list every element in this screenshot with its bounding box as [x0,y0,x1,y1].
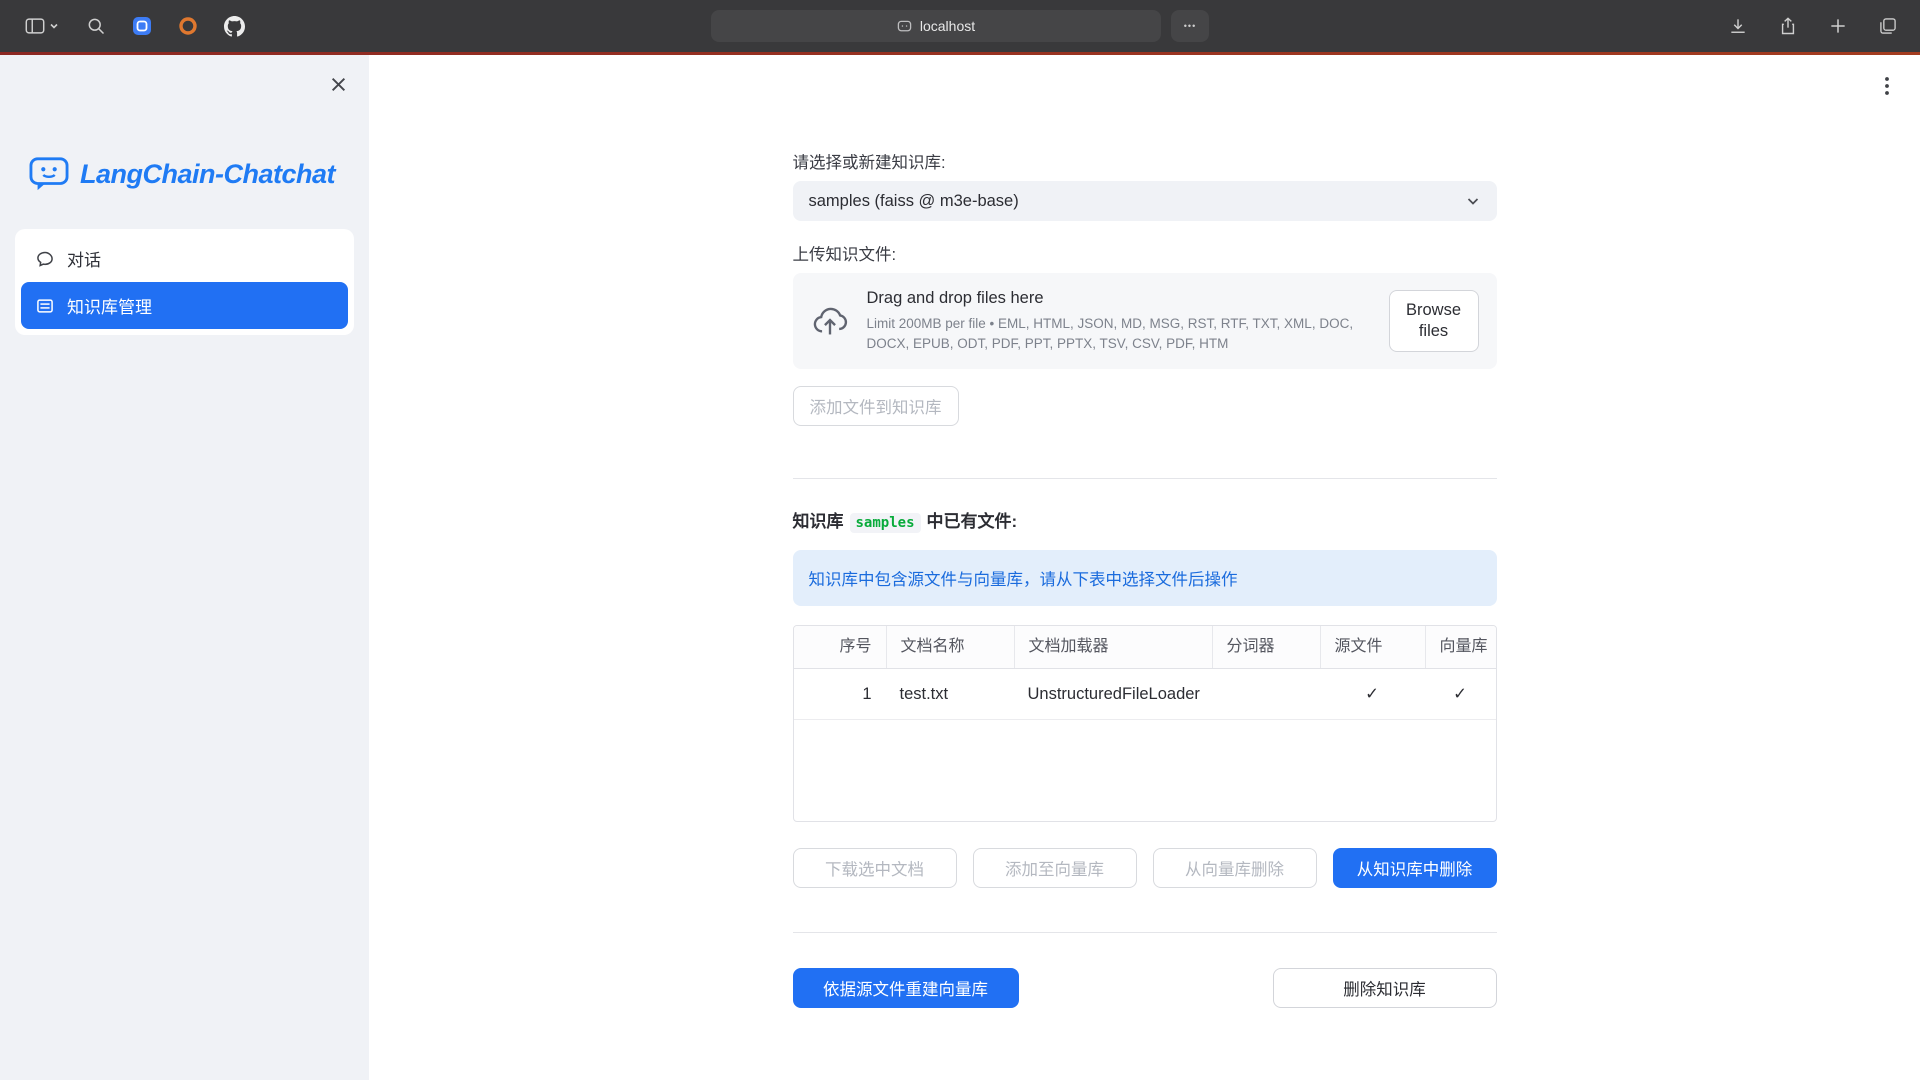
table-header-row: 序号 文档名称 文档加载器 分词器 源文件 向量库 [794,626,1496,669]
kb-selectbox-value: samples (faiss @ m3e-base) [809,192,1019,211]
cell-splitter [1212,669,1320,719]
kb-select-label: 请选择或新建知识库: [793,149,1497,173]
url-text: localhost [920,18,975,34]
cell-vector-store-check: ✓ [1425,669,1496,719]
chat-bubble-icon [35,249,55,269]
downloads-button[interactable] [1722,10,1754,42]
table-row[interactable]: 1 test.txt UnstructuredFileLoader ✓ ✓ [794,669,1496,720]
chatchat-logo-icon [28,155,70,193]
upload-label: 上传知识文件: [793,241,1497,265]
kb-heading-suffix: 中已有文件: [927,512,1018,531]
new-tab-button[interactable] [1822,10,1854,42]
cloud-upload-icon [811,302,849,340]
column-header-filename[interactable]: 文档名称 [886,626,1014,668]
ellipsis-icon: ••• [1184,21,1196,31]
sidebar-nav: 对话 知识库管理 [15,229,354,335]
kb-files-heading: 知识库 samples 中已有文件: [793,507,1497,532]
dropzone-text: Drag and drop files here Limit 200MB per… [867,289,1371,353]
app-menu-button[interactable] [1872,69,1902,103]
file-actions-row: 下载选中文档 添加至向量库 从向量库删除 从知识库中删除 [793,848,1497,888]
chevron-down-icon [1465,193,1481,209]
download-icon [1728,16,1748,36]
sidebar-panel-icon [24,15,46,37]
column-header-source-file[interactable]: 源文件 [1320,626,1425,668]
site-favicon-icon [897,19,912,34]
kb-heading-prefix: 知识库 [793,512,844,531]
remove-from-vector-store-button[interactable]: 从向量库删除 [1153,848,1317,888]
extension-github-button[interactable] [218,10,250,42]
extension-blue-button[interactable] [126,10,158,42]
cell-filename: test.txt [886,669,1014,719]
tabs-icon [1878,16,1898,36]
cell-index: 1 [794,669,886,719]
column-header-index[interactable]: 序号 [794,626,886,668]
app-logo: LangChain-Chatchat [28,155,369,193]
sidebar-item-chat[interactable]: 对话 [21,235,348,282]
share-button[interactable] [1772,10,1804,42]
cell-source-file-check: ✓ [1320,669,1425,719]
close-icon [330,76,347,93]
table-empty-area [794,720,1496,821]
blue-extension-icon [132,16,152,36]
share-icon [1778,16,1798,36]
sidebar-toggle-button[interactable] [16,10,66,42]
dropzone-title: Drag and drop files here [867,289,1371,308]
sidebar-item-kb-management[interactable]: 知识库管理 [21,282,348,329]
page-options-button[interactable]: ••• [1171,10,1209,42]
sidebar-item-label: 知识库管理 [67,293,152,318]
download-selected-button[interactable]: 下载选中文档 [793,848,957,888]
info-alert: 知识库中包含源文件与向量库，请从下表中选择文件后操作 [793,550,1497,606]
column-header-loader[interactable]: 文档加载器 [1014,626,1212,668]
knowledge-base-icon [35,296,55,316]
cell-loader: UnstructuredFileLoader [1014,669,1212,719]
extension-orange-button[interactable] [172,10,204,42]
sidebar-close-button[interactable] [323,69,353,99]
plus-icon [1828,16,1848,36]
sidebar-item-label: 对话 [67,246,101,271]
app-sidebar: LangChain-Chatchat 对话 知识库管理 [0,55,369,1080]
main-area: 请选择或新建知识库: samples (faiss @ m3e-base) 上传… [369,55,1920,1080]
dropzone-limit-text: Limit 200MB per file • EML, HTML, JSON, … [867,314,1371,353]
delete-kb-button[interactable]: 删除知识库 [1273,968,1497,1008]
address-bar[interactable]: localhost [711,10,1161,42]
kebab-menu-icon [1875,74,1899,98]
kb-selectbox[interactable]: samples (faiss @ m3e-base) [793,181,1497,221]
file-dropzone[interactable]: Drag and drop files here Limit 200MB per… [793,273,1497,369]
delete-from-kb-button[interactable]: 从知识库中删除 [1333,848,1497,888]
column-header-vector-store[interactable]: 向量库 [1425,626,1496,668]
orange-extension-icon [178,16,198,36]
kb-files-table: 序号 文档名称 文档加载器 分词器 源文件 向量库 1 test.txt Uns… [793,625,1497,822]
add-to-vector-store-button[interactable]: 添加至向量库 [973,848,1137,888]
divider [793,478,1497,479]
app-logo-text: LangChain-Chatchat [80,159,335,190]
add-files-to-kb-button[interactable]: 添加文件到知识库 [793,386,959,426]
kb-bottom-actions: 依据源文件重建向量库 删除知识库 [793,968,1497,1008]
github-icon [224,16,245,37]
rebuild-vector-store-button[interactable]: 依据源文件重建向量库 [793,968,1019,1008]
tab-overview-button[interactable] [1872,10,1904,42]
kb-name-code: samples [850,513,921,533]
divider [793,932,1497,933]
column-header-splitter[interactable]: 分词器 [1212,626,1320,668]
chevron-down-icon [49,21,59,31]
search-icon [86,16,106,36]
tab-search-button[interactable] [80,10,112,42]
browse-files-button[interactable]: Browse files [1389,290,1479,351]
kb-management-panel: 请选择或新建知识库: samples (faiss @ m3e-base) 上传… [793,55,1497,1008]
browser-toolbar: localhost ••• [0,0,1920,52]
